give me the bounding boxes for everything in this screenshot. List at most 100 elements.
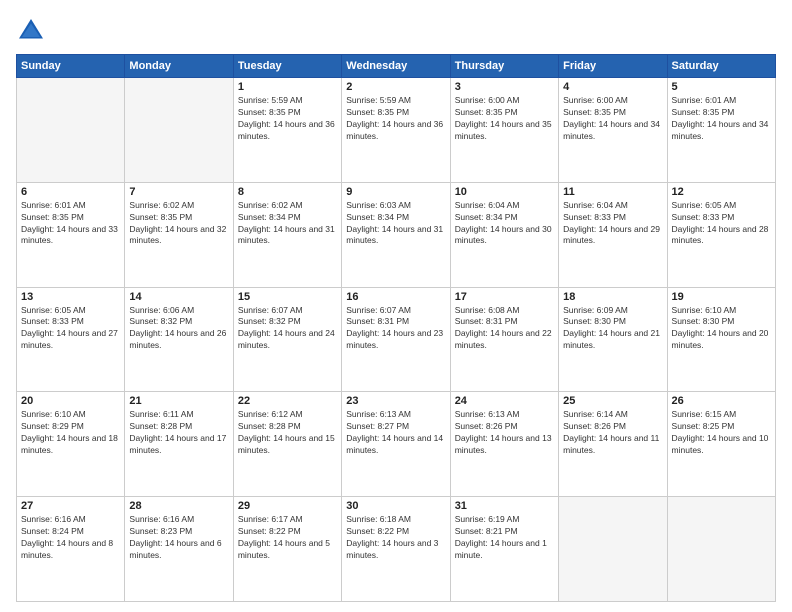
weekday-header-saturday: Saturday: [667, 55, 775, 78]
day-number: 2: [346, 81, 445, 93]
day-number: 16: [346, 291, 445, 303]
day-number: 15: [238, 291, 337, 303]
calendar-cell: 31Sunrise: 6:19 AM Sunset: 8:21 PM Dayli…: [450, 497, 558, 602]
calendar-cell: 8 Sunrise: 6:02 AM Sunset: 8:34 PM Daylig…: [233, 182, 341, 287]
day-number: 24: [455, 395, 554, 407]
calendar-cell: 16 Sunrise: 6:07 AM Sunset: 8:31 PM Dayli…: [342, 287, 450, 392]
calendar-cell: 12Sunrise: 6:05 AM Sunset: 8:33 PM Dayli…: [667, 182, 775, 287]
day-info: Sunrise: 6:16 AM Sunset: 8:24 PM Dayligh…: [21, 514, 120, 562]
day-info: Sunrise: 6:01 AM Sunset: 8:35 PM Dayligh…: [21, 200, 120, 248]
day-number: 3: [455, 81, 554, 93]
calendar-cell: 18 Sunrise: 6:09 AM Sunset: 8:30 PM Dayli…: [559, 287, 667, 392]
day-number: 26: [672, 395, 771, 407]
logo: [16, 16, 50, 46]
calendar-cell: 30Sunrise: 6:18 AM Sunset: 8:22 PM Dayli…: [342, 497, 450, 602]
day-info: Sunrise: 6:18 AM Sunset: 8:22 PM Dayligh…: [346, 514, 445, 562]
day-info: Sunrise: 6:04 AM Sunset: 8:34 PM Dayligh…: [455, 200, 554, 248]
calendar-cell: 5 Sunrise: 6:01 AM Sunset: 8:35 PM Daylig…: [667, 78, 775, 183]
day-number: 25: [563, 395, 662, 407]
weekday-header-row: SundayMondayTuesdayWednesdayThursdayFrid…: [17, 55, 776, 78]
day-info: Sunrise: 6:02 AM Sunset: 8:35 PM Dayligh…: [129, 200, 228, 248]
calendar-cell: 27 Sunrise: 6:16 AM Sunset: 8:24 PM Dayli…: [17, 497, 125, 602]
calendar-cell: 29Sunrise: 6:17 AM Sunset: 8:22 PM Dayli…: [233, 497, 341, 602]
day-number: 21: [129, 395, 228, 407]
day-info: Sunrise: 6:10 AM Sunset: 8:30 PM Dayligh…: [672, 305, 771, 353]
calendar-cell: 3 Sunrise: 6:00 AM Sunset: 8:35 PM Daylig…: [450, 78, 558, 183]
calendar-cell: 26Sunrise: 6:15 AM Sunset: 8:25 PM Dayli…: [667, 392, 775, 497]
day-info: Sunrise: 6:09 AM Sunset: 8:30 PM Dayligh…: [563, 305, 662, 353]
day-info: Sunrise: 6:01 AM Sunset: 8:35 PM Dayligh…: [672, 95, 771, 143]
calendar-cell: 17Sunrise: 6:08 AM Sunset: 8:31 PM Dayli…: [450, 287, 558, 392]
day-info: Sunrise: 6:13 AM Sunset: 8:27 PM Dayligh…: [346, 409, 445, 457]
day-info: Sunrise: 6:02 AM Sunset: 8:34 PM Dayligh…: [238, 200, 337, 248]
day-info: Sunrise: 6:19 AM Sunset: 8:21 PM Dayligh…: [455, 514, 554, 562]
weekday-header-wednesday: Wednesday: [342, 55, 450, 78]
logo-icon: [16, 16, 46, 46]
day-number: 17: [455, 291, 554, 303]
calendar-cell: 20 Sunrise: 6:10 AM Sunset: 8:29 PM Dayli…: [17, 392, 125, 497]
calendar-cell: 1Sunrise: 5:59 AM Sunset: 8:35 PM Daylig…: [233, 78, 341, 183]
calendar-cell: 22 Sunrise: 6:12 AM Sunset: 8:28 PM Dayli…: [233, 392, 341, 497]
calendar-cell: 15 Sunrise: 6:07 AM Sunset: 8:32 PM Dayli…: [233, 287, 341, 392]
day-number: 19: [672, 291, 771, 303]
day-number: 20: [21, 395, 120, 407]
day-number: 23: [346, 395, 445, 407]
calendar-cell: 28 Sunrise: 6:16 AM Sunset: 8:23 PM Dayli…: [125, 497, 233, 602]
calendar-cell: 21 Sunrise: 6:11 AM Sunset: 8:28 PM Dayli…: [125, 392, 233, 497]
day-number: 7: [129, 186, 228, 198]
day-info: Sunrise: 5:59 AM Sunset: 8:35 PM Dayligh…: [346, 95, 445, 143]
day-info: Sunrise: 6:00 AM Sunset: 8:35 PM Dayligh…: [455, 95, 554, 143]
day-info: Sunrise: 6:06 AM Sunset: 8:32 PM Dayligh…: [129, 305, 228, 353]
day-number: 13: [21, 291, 120, 303]
calendar-cell: 13 Sunrise: 6:05 AM Sunset: 8:33 PM Dayli…: [17, 287, 125, 392]
calendar-cell: [559, 497, 667, 602]
day-number: 18: [563, 291, 662, 303]
day-info: Sunrise: 6:17 AM Sunset: 8:22 PM Dayligh…: [238, 514, 337, 562]
day-info: Sunrise: 6:00 AM Sunset: 8:35 PM Dayligh…: [563, 95, 662, 143]
weekday-header-monday: Monday: [125, 55, 233, 78]
day-number: 27: [21, 500, 120, 512]
day-number: 8: [238, 186, 337, 198]
weekday-header-thursday: Thursday: [450, 55, 558, 78]
week-row-2: 6 Sunrise: 6:01 AM Sunset: 8:35 PM Daylig…: [17, 182, 776, 287]
calendar-cell: 9 Sunrise: 6:03 AM Sunset: 8:34 PM Daylig…: [342, 182, 450, 287]
calendar-cell: 6 Sunrise: 6:01 AM Sunset: 8:35 PM Daylig…: [17, 182, 125, 287]
day-info: Sunrise: 6:05 AM Sunset: 8:33 PM Dayligh…: [21, 305, 120, 353]
week-row-1: 1Sunrise: 5:59 AM Sunset: 8:35 PM Daylig…: [17, 78, 776, 183]
day-info: Sunrise: 6:03 AM Sunset: 8:34 PM Dayligh…: [346, 200, 445, 248]
weekday-header-friday: Friday: [559, 55, 667, 78]
day-info: Sunrise: 6:05 AM Sunset: 8:33 PM Dayligh…: [672, 200, 771, 248]
calendar-cell: 2 Sunrise: 5:59 AM Sunset: 8:35 PM Daylig…: [342, 78, 450, 183]
day-number: 14: [129, 291, 228, 303]
day-number: 11: [563, 186, 662, 198]
day-info: Sunrise: 6:07 AM Sunset: 8:31 PM Dayligh…: [346, 305, 445, 353]
calendar-cell: 23 Sunrise: 6:13 AM Sunset: 8:27 PM Dayli…: [342, 392, 450, 497]
week-row-5: 27 Sunrise: 6:16 AM Sunset: 8:24 PM Dayli…: [17, 497, 776, 602]
day-number: 5: [672, 81, 771, 93]
day-number: 28: [129, 500, 228, 512]
weekday-header-tuesday: Tuesday: [233, 55, 341, 78]
day-number: 6: [21, 186, 120, 198]
day-number: 9: [346, 186, 445, 198]
calendar-cell: [17, 78, 125, 183]
day-info: Sunrise: 6:07 AM Sunset: 8:32 PM Dayligh…: [238, 305, 337, 353]
day-number: 22: [238, 395, 337, 407]
day-info: Sunrise: 6:12 AM Sunset: 8:28 PM Dayligh…: [238, 409, 337, 457]
calendar-table: SundayMondayTuesdayWednesdayThursdayFrid…: [16, 54, 776, 602]
week-row-3: 13 Sunrise: 6:05 AM Sunset: 8:33 PM Dayli…: [17, 287, 776, 392]
week-row-4: 20 Sunrise: 6:10 AM Sunset: 8:29 PM Dayli…: [17, 392, 776, 497]
calendar-cell: [125, 78, 233, 183]
calendar-cell: 4 Sunrise: 6:00 AM Sunset: 8:35 PM Daylig…: [559, 78, 667, 183]
calendar-cell: 25Sunrise: 6:14 AM Sunset: 8:26 PM Dayli…: [559, 392, 667, 497]
calendar-cell: 11 Sunrise: 6:04 AM Sunset: 8:33 PM Dayli…: [559, 182, 667, 287]
calendar-cell: 24 Sunrise: 6:13 AM Sunset: 8:26 PM Dayli…: [450, 392, 558, 497]
weekday-header-sunday: Sunday: [17, 55, 125, 78]
day-info: Sunrise: 6:10 AM Sunset: 8:29 PM Dayligh…: [21, 409, 120, 457]
day-info: Sunrise: 6:04 AM Sunset: 8:33 PM Dayligh…: [563, 200, 662, 248]
day-info: Sunrise: 6:11 AM Sunset: 8:28 PM Dayligh…: [129, 409, 228, 457]
day-info: Sunrise: 6:16 AM Sunset: 8:23 PM Dayligh…: [129, 514, 228, 562]
day-info: Sunrise: 6:13 AM Sunset: 8:26 PM Dayligh…: [455, 409, 554, 457]
calendar-page: SundayMondayTuesdayWednesdayThursdayFrid…: [0, 0, 792, 612]
calendar-cell: 10Sunrise: 6:04 AM Sunset: 8:34 PM Dayli…: [450, 182, 558, 287]
day-number: 4: [563, 81, 662, 93]
